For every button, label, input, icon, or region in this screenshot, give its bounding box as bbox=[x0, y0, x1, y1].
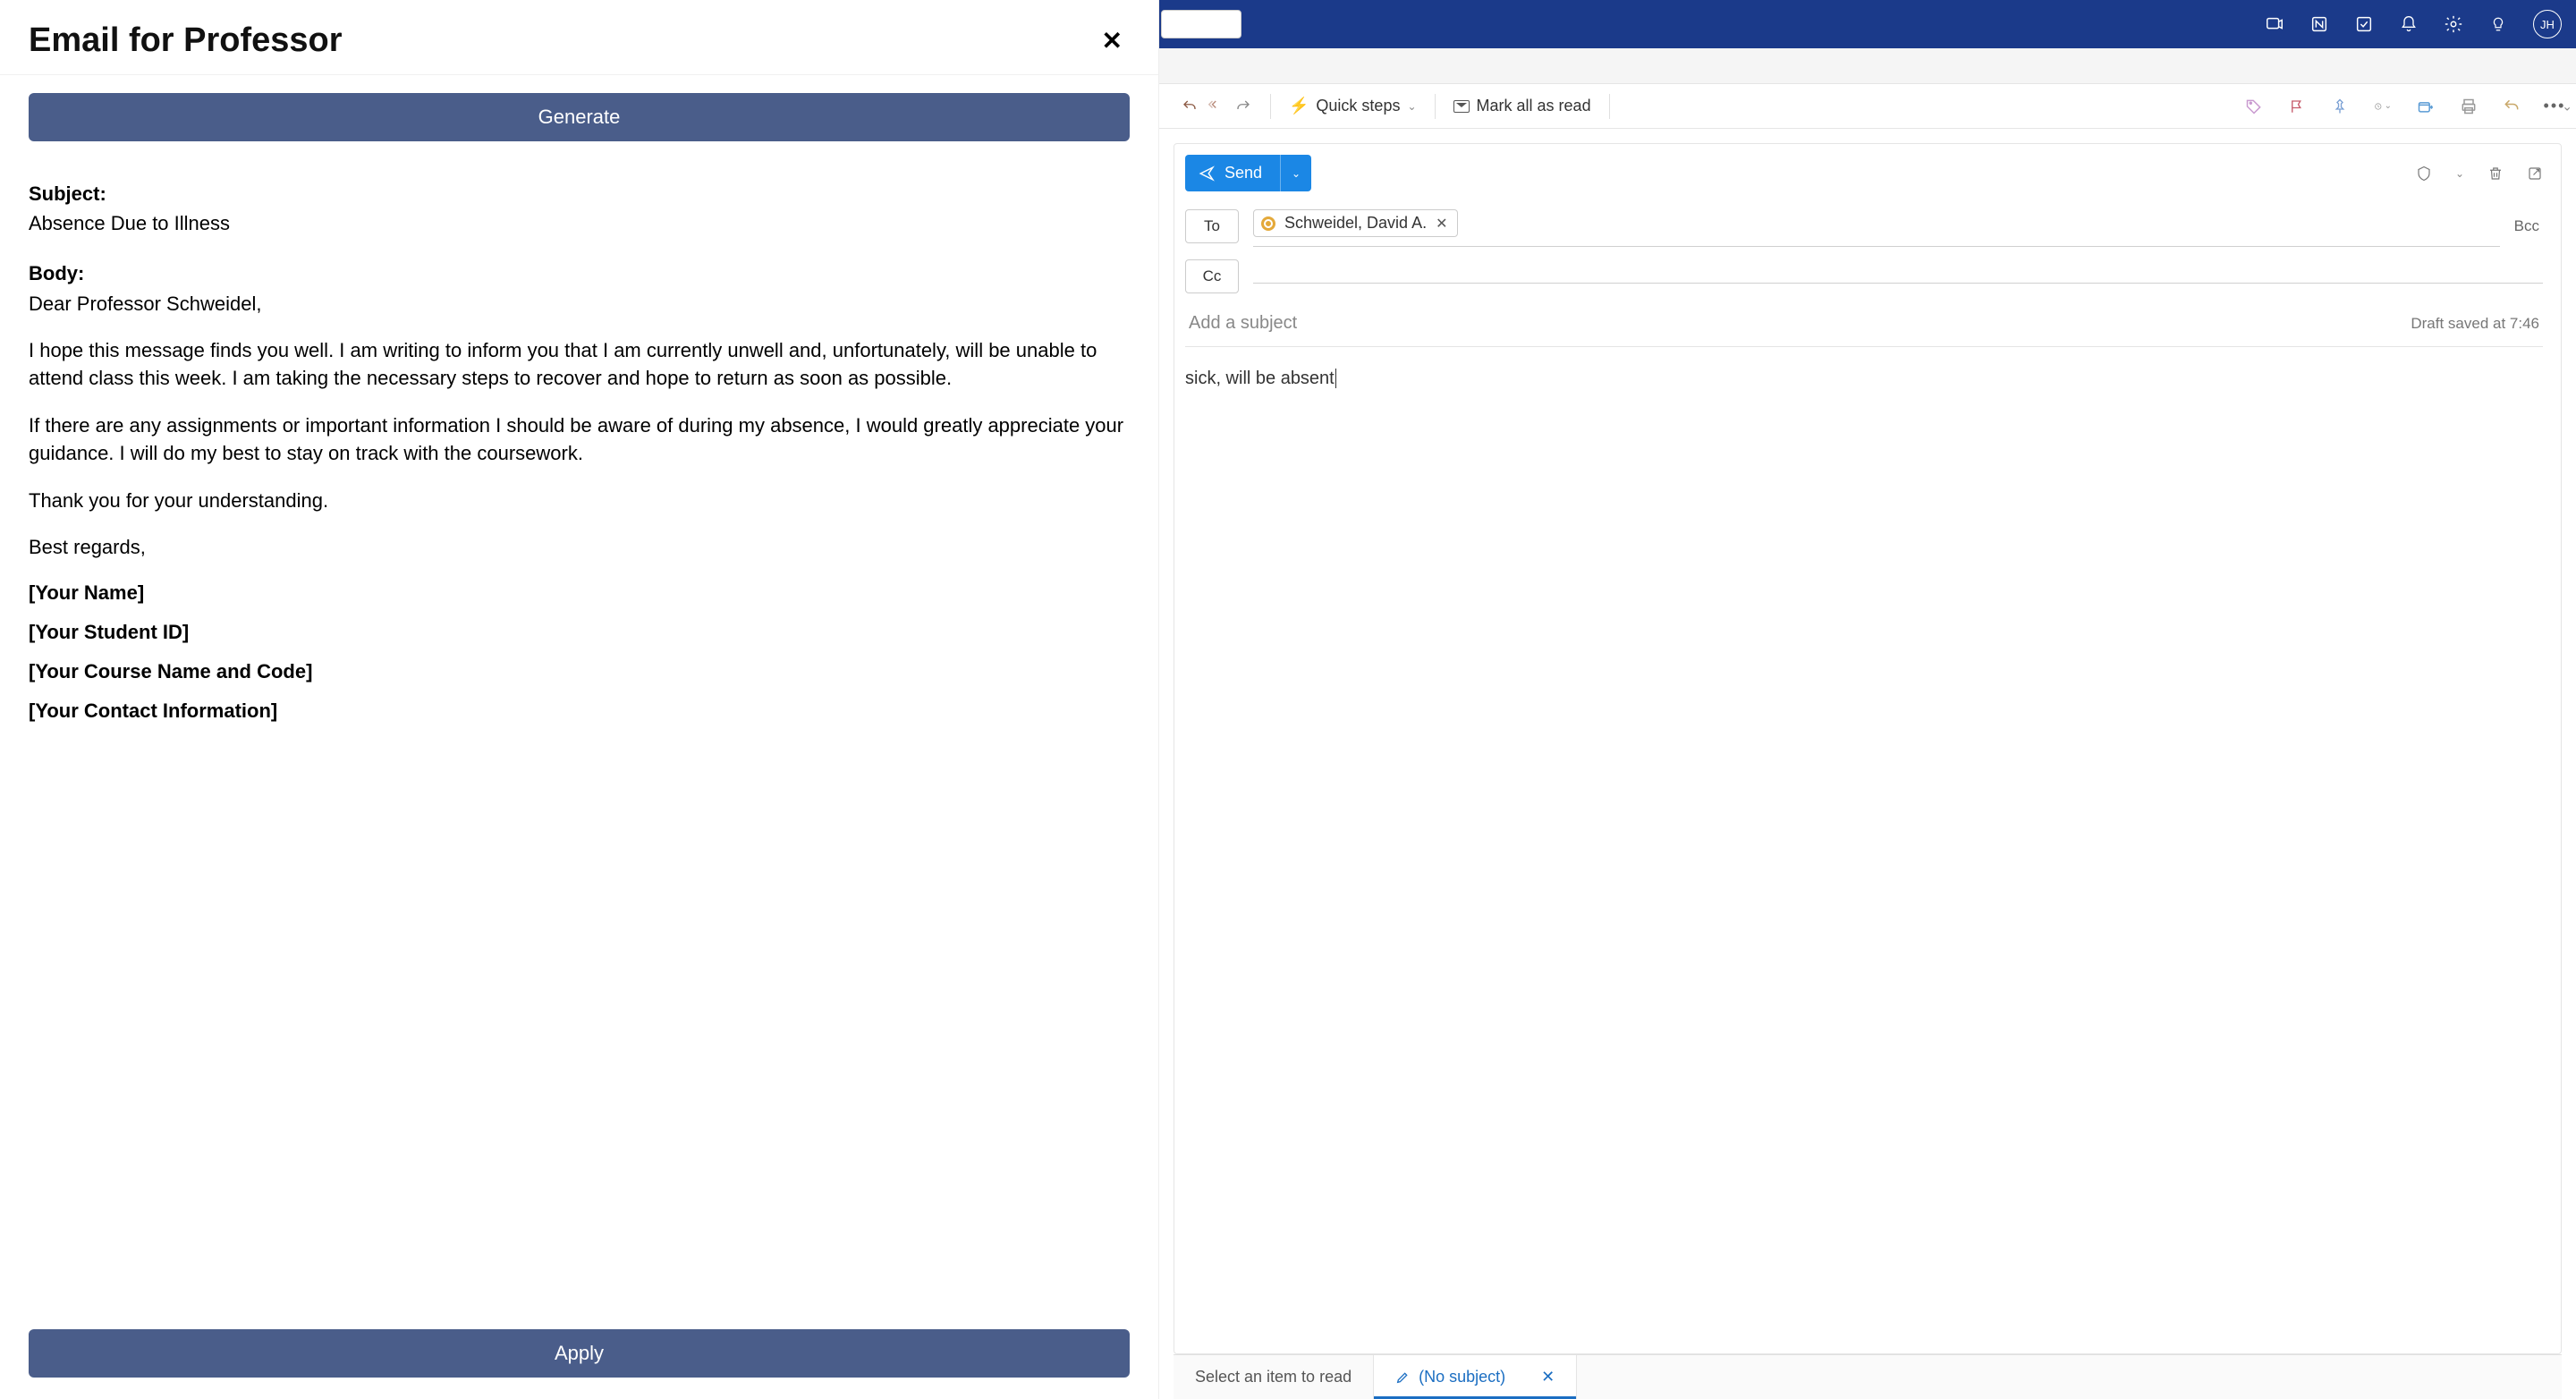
send-button[interactable]: Send bbox=[1185, 155, 1280, 191]
user-avatar[interactable]: JH bbox=[2533, 10, 2562, 38]
onenote-icon[interactable] bbox=[2309, 14, 2329, 34]
cc-button[interactable]: Cc bbox=[1185, 259, 1239, 293]
body-text: sick, will be absent bbox=[1185, 369, 1335, 388]
chevron-down-icon: ⌄ bbox=[1292, 167, 1301, 180]
assistant-header: Email for Professor ✕ bbox=[0, 0, 1158, 75]
pencil-icon bbox=[1395, 1370, 1410, 1385]
assistant-panel: Email for Professor ✕ Generate Subject: … bbox=[0, 0, 1159, 1399]
print-icon[interactable] bbox=[2460, 98, 2478, 115]
signoff-text: Best regards, bbox=[29, 534, 1130, 562]
subject-value: Absence Due to Illness bbox=[29, 211, 1130, 237]
search-input[interactable] bbox=[1161, 10, 1241, 38]
subject-row: Draft saved at 7:46 bbox=[1185, 306, 2543, 347]
reading-pane-tabs: Select an item to read (No subject) ✕ bbox=[1174, 1354, 2562, 1399]
spacer-strip bbox=[1159, 48, 2576, 84]
settings-icon[interactable] bbox=[2444, 14, 2463, 34]
tag-icon[interactable] bbox=[2245, 98, 2263, 115]
pin-icon[interactable] bbox=[2331, 98, 2349, 115]
to-input[interactable]: Schweidel, David A. ✕ bbox=[1253, 206, 2500, 247]
move-icon[interactable] bbox=[2417, 98, 2435, 115]
apply-button[interactable]: Apply bbox=[29, 1329, 1130, 1378]
popout-icon[interactable] bbox=[2527, 165, 2543, 182]
ribbon-toolbar: ⚡ Quick steps ⌄ Mark all as read bbox=[1159, 84, 2576, 129]
assistant-title: Email for Professor bbox=[29, 21, 343, 60]
recipient-name: Schweidel, David A. bbox=[1284, 214, 1427, 233]
undo-ribbon-icon[interactable] bbox=[2503, 98, 2521, 115]
encryption-icon[interactable] bbox=[2416, 165, 2432, 182]
tab-label: Select an item to read bbox=[1195, 1368, 1352, 1386]
tab-label: (No subject) bbox=[1419, 1368, 1505, 1386]
redo-icon[interactable] bbox=[1234, 98, 1252, 115]
send-icon bbox=[1198, 165, 1216, 182]
bcc-button[interactable]: Bcc bbox=[2514, 217, 2543, 235]
remove-recipient-icon[interactable]: ✕ bbox=[1436, 215, 1447, 233]
collapse-ribbon-icon[interactable]: ⌄ bbox=[2562, 98, 2572, 114]
body-label: Body: bbox=[29, 262, 1130, 285]
send-options-button[interactable]: ⌄ bbox=[1280, 155, 1311, 191]
compose-card: Send ⌄ ⌄ bbox=[1174, 143, 2562, 1354]
recipient-chip[interactable]: Schweidel, David A. ✕ bbox=[1253, 209, 1458, 237]
body-paragraph-1: I hope this message finds you well. I am… bbox=[29, 337, 1130, 393]
placeholder-contact: [Your Contact Information] bbox=[29, 700, 1130, 723]
chevron-down-icon: ⌄ bbox=[1407, 100, 1416, 113]
tab-select-item[interactable]: Select an item to read bbox=[1174, 1355, 1374, 1399]
teams-icon[interactable] bbox=[2265, 14, 2284, 34]
send-button-group: Send ⌄ bbox=[1185, 155, 1311, 191]
presence-icon bbox=[1261, 216, 1275, 231]
undo-all-icon[interactable] bbox=[1208, 98, 1225, 115]
close-icon[interactable]: ✕ bbox=[1095, 26, 1130, 55]
quick-steps-button[interactable]: ⚡ Quick steps ⌄ bbox=[1289, 97, 1417, 115]
placeholder-course: [Your Course Name and Code] bbox=[29, 660, 1130, 683]
title-bar: JH bbox=[1159, 0, 2576, 48]
compose-body[interactable]: sick, will be absent bbox=[1174, 347, 2561, 1353]
draft-saved-text: Draft saved at 7:46 bbox=[2411, 315, 2539, 333]
flag-icon[interactable] bbox=[2288, 98, 2306, 115]
cc-input[interactable] bbox=[1253, 270, 2543, 284]
placeholder-name: [Your Name] bbox=[29, 581, 1130, 605]
envelope-icon bbox=[1453, 100, 1470, 113]
outlook-panel: JH ⚡ Quick steps bbox=[1159, 0, 2576, 1399]
delete-icon[interactable] bbox=[2487, 165, 2504, 182]
placeholder-student-id: [Your Student ID] bbox=[29, 621, 1130, 644]
body-paragraph-2: If there are any assignments or importan… bbox=[29, 412, 1130, 468]
notifications-icon[interactable] bbox=[2399, 14, 2419, 34]
body-paragraph-3: Thank you for your understanding. bbox=[29, 488, 1130, 515]
bolt-icon: ⚡ bbox=[1289, 97, 1309, 115]
to-button[interactable]: To bbox=[1185, 209, 1239, 243]
close-tab-icon[interactable]: ✕ bbox=[1514, 1368, 1555, 1386]
more-icon[interactable]: ••• bbox=[2546, 98, 2563, 115]
tab-no-subject[interactable]: (No subject) ✕ bbox=[1374, 1355, 1577, 1399]
snooze-icon[interactable]: ⌄ bbox=[2374, 98, 2392, 115]
mark-all-read-button[interactable]: Mark all as read bbox=[1453, 97, 1591, 115]
generate-button[interactable]: Generate bbox=[29, 93, 1130, 141]
salutation-text: Dear Professor Schweidel, bbox=[29, 291, 1130, 318]
to-row: To Schweidel, David A. ✕ Bcc bbox=[1185, 206, 2543, 247]
undo-icon[interactable] bbox=[1181, 98, 1199, 115]
tips-icon[interactable] bbox=[2488, 14, 2508, 34]
cc-row: Cc bbox=[1185, 259, 2543, 293]
quick-steps-label: Quick steps bbox=[1316, 97, 1400, 115]
todo-icon[interactable] bbox=[2354, 14, 2374, 34]
chevron-down-icon[interactable]: ⌄ bbox=[2455, 167, 2464, 180]
send-label: Send bbox=[1224, 164, 1262, 182]
mark-all-read-label: Mark all as read bbox=[1477, 97, 1591, 115]
subject-label: Subject: bbox=[29, 182, 1130, 206]
subject-input[interactable] bbox=[1189, 313, 2411, 334]
